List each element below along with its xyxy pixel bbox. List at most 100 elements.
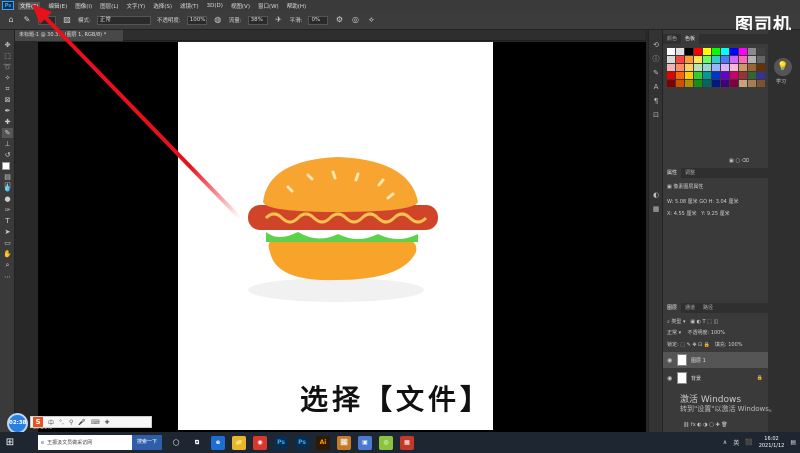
color-swatch[interactable] [748, 48, 756, 55]
illustrator-icon[interactable]: Ai [316, 435, 330, 450]
width-field[interactable]: W: 5.08 厘米 GO H: 3.04 厘米 [667, 198, 738, 205]
blend-mode-select[interactable]: 正常 [667, 330, 677, 336]
libraries-icon[interactable]: ▦ [651, 204, 661, 214]
layer-actions[interactable]: ⛓ fx ◐ ◑ ▢ ✚ 🗑 [683, 422, 728, 428]
visibility-eye-icon[interactable]: ◉ [667, 375, 673, 382]
cortana-icon[interactable]: ◯ [169, 436, 183, 450]
color-swatch[interactable] [676, 48, 684, 55]
tab-layers[interactable]: 图层 [663, 303, 682, 313]
color-swatch[interactable] [757, 72, 765, 79]
fill-value[interactable]: 100% [728, 342, 742, 348]
layer-opacity-value[interactable]: 100% [711, 330, 725, 336]
color-swatch[interactable] [739, 64, 747, 71]
color-swatch[interactable] [739, 72, 747, 79]
tray-arrow-icon[interactable]: ∧ [723, 439, 727, 446]
layer-row-background[interactable]: ◉ 背景 🔒 [663, 370, 769, 386]
color-swatch[interactable] [757, 48, 765, 55]
info-icon[interactable]: ⓘ [651, 54, 661, 64]
color-swatch[interactable] [721, 80, 729, 87]
ime-tools-icon[interactable]: ✚ [105, 419, 110, 426]
photoshop-alt-icon[interactable]: Ps [295, 435, 309, 450]
h-value[interactable]: 3.04 厘米 [716, 199, 739, 205]
ime-voice-icon[interactable]: 🎤 [78, 419, 85, 426]
taskbar-search-button[interactable]: 搜索一下 [132, 435, 162, 450]
position-field[interactable]: X: 4.55 厘米 Y: 9.25 厘米 [667, 210, 730, 217]
ime-chinese-mode[interactable]: 中 [48, 418, 54, 427]
system-clock[interactable]: 16:02 2021/1/12 [759, 436, 785, 450]
color-swatch[interactable] [667, 48, 675, 55]
color-swatch[interactable] [721, 64, 729, 71]
ime-lang-indicator[interactable]: 英 [733, 438, 739, 447]
app-red-icon[interactable]: ▦ [400, 435, 414, 450]
color-swatch[interactable] [739, 80, 747, 87]
color-swatch[interactable] [712, 64, 720, 71]
layer-row-1[interactable]: ◉ 图层 1 [663, 352, 769, 368]
color-swatch[interactable] [676, 56, 684, 63]
tab-adjustments[interactable]: 调整 [681, 168, 699, 178]
color-swatch[interactable] [703, 80, 711, 87]
color-swatch[interactable] [712, 80, 720, 87]
color-swatch[interactable] [694, 72, 702, 79]
link-go[interactable]: GO [699, 199, 707, 205]
color-swatch[interactable] [703, 64, 711, 71]
w-value[interactable]: 5.08 厘米 [675, 199, 698, 205]
color-swatch[interactable] [730, 56, 738, 63]
y-value[interactable]: 9.25 厘米 [707, 211, 730, 217]
color-swatch[interactable] [703, 56, 711, 63]
windows-start-icon[interactable]: ⊞ [0, 432, 20, 453]
file-explorer-icon[interactable]: 📁 [232, 435, 246, 450]
color-swatch[interactable] [748, 64, 756, 71]
screen-recorder-timer[interactable]: 02:38 [7, 413, 28, 434]
color-swatch[interactable] [712, 72, 720, 79]
color-swatch[interactable] [757, 56, 765, 63]
color-swatch[interactable] [730, 48, 738, 55]
color-swatch[interactable] [730, 64, 738, 71]
color-swatch[interactable] [721, 56, 729, 63]
color-swatch[interactable] [721, 72, 729, 79]
tab-paths[interactable]: 路径 [699, 303, 717, 313]
color-swatch[interactable] [694, 80, 702, 87]
tab-properties[interactable]: 属性 [663, 168, 682, 178]
character-icon[interactable]: A [651, 82, 661, 92]
notification-icon[interactable]: ▤ [790, 439, 796, 446]
learn-icon[interactable]: 💡 [774, 58, 792, 76]
color-swatch[interactable] [721, 48, 729, 55]
swatch-folder-icon[interactable]: ▣ ▢ ⌫ [729, 158, 749, 164]
color-swatch[interactable] [712, 48, 720, 55]
color-swatch[interactable] [667, 56, 675, 63]
color-swatch[interactable] [757, 64, 765, 71]
color-swatch[interactable] [685, 80, 693, 87]
tab-swatches[interactable]: 色板 [681, 34, 700, 44]
color-swatch[interactable] [676, 80, 684, 87]
color-swatch[interactable] [748, 72, 756, 79]
color-swatch[interactable] [694, 56, 702, 63]
taskbar-search-input[interactable]: e 王振汲文员做采访网 [38, 435, 132, 450]
color-swatch[interactable] [730, 80, 738, 87]
color-swatch[interactable] [712, 56, 720, 63]
ime-punctuation[interactable]: °, [59, 419, 64, 426]
color-swatch[interactable] [685, 64, 693, 71]
tab-color[interactable]: 颜色 [663, 34, 681, 44]
color-swatch[interactable] [676, 72, 684, 79]
paragraph-icon[interactable]: ¶ [651, 96, 661, 106]
brushes-icon[interactable]: ✎ [651, 68, 661, 78]
color-swatch[interactable] [703, 72, 711, 79]
x-value[interactable]: 4.55 厘米 [674, 211, 697, 217]
adjust-icon[interactable]: ◐ [651, 190, 661, 200]
color-swatch[interactable] [739, 48, 747, 55]
glyphs-icon[interactable]: ⊡ [651, 110, 661, 120]
color-swatch[interactable] [685, 48, 693, 55]
app-green-icon[interactable]: ◎ [379, 435, 393, 450]
layer-filter-type[interactable]: 类型 [671, 319, 681, 325]
color-swatch[interactable] [694, 48, 702, 55]
sogou-logo-icon[interactable]: S [33, 417, 43, 427]
tab-channels[interactable]: 通道 [681, 303, 699, 313]
ime-search-icon[interactable]: ⚲ [69, 419, 73, 426]
color-swatch[interactable] [739, 56, 747, 63]
tray-app-icon[interactable]: ⬛ [745, 439, 752, 446]
color-swatch[interactable] [667, 72, 675, 79]
photoshop-icon[interactable]: Ps [274, 435, 288, 450]
color-swatch[interactable] [667, 64, 675, 71]
chrome-icon[interactable]: ◉ [253, 435, 267, 450]
color-swatch[interactable] [667, 80, 675, 87]
